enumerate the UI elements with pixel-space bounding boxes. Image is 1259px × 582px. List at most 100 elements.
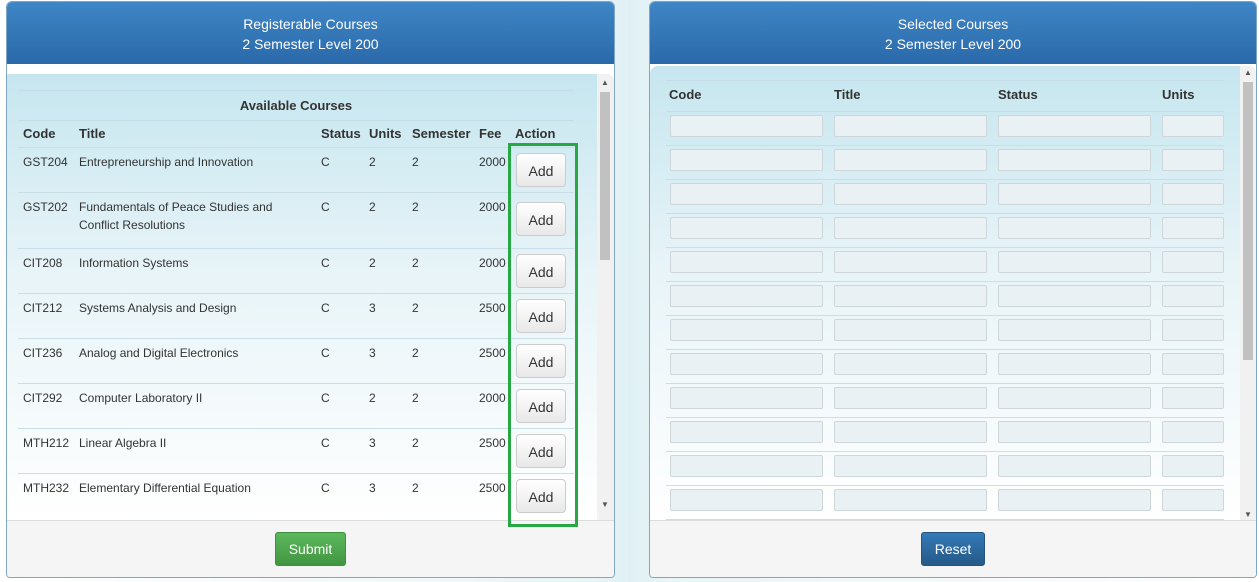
selected-title-field[interactable] xyxy=(834,353,987,375)
selected-code-field[interactable] xyxy=(670,421,823,443)
course-status: C xyxy=(321,200,330,214)
scroll-up-arrow-icon[interactable]: ▲ xyxy=(597,76,613,90)
selected-code-field[interactable] xyxy=(670,149,823,171)
course-code: MTH232 xyxy=(23,481,70,495)
selected-status-field[interactable] xyxy=(998,319,1151,341)
scroll-down-arrow-icon[interactable]: ▼ xyxy=(597,498,613,512)
course-code: MTH212 xyxy=(23,436,70,450)
selected-status-field[interactable] xyxy=(998,387,1151,409)
selected-course-row xyxy=(666,315,1224,350)
selected-status-field[interactable] xyxy=(998,149,1151,171)
selected-course-row xyxy=(666,281,1224,316)
selected-units-field[interactable] xyxy=(1162,455,1224,477)
selected-title-field[interactable] xyxy=(834,149,987,171)
selected-code-field[interactable] xyxy=(670,489,823,511)
submit-button[interactable]: Submit xyxy=(274,532,347,566)
selected-status-field[interactable] xyxy=(998,285,1151,307)
selected-code-field[interactable] xyxy=(670,387,823,409)
course-semester: 2 xyxy=(412,155,419,169)
selected-units-field[interactable] xyxy=(1162,115,1224,137)
column-header-action: Action xyxy=(515,126,556,141)
selected-title-field[interactable] xyxy=(834,319,987,341)
left-scrollbar[interactable]: ▲ ▼ xyxy=(597,74,614,522)
right-scrollbar-thumb[interactable] xyxy=(1243,82,1253,360)
course-semester: 2 xyxy=(412,301,419,315)
selected-units-field[interactable] xyxy=(1162,217,1224,239)
selected-course-row xyxy=(666,247,1224,282)
right-panel-footer: Reset xyxy=(650,520,1256,577)
selected-title-field[interactable] xyxy=(834,251,987,273)
column-header-code: Code xyxy=(23,126,56,141)
selected-units-field[interactable] xyxy=(1162,183,1224,205)
selected-title-field[interactable] xyxy=(834,387,987,409)
course-row: CIT208 Information Systems C 2 2 2000 Add xyxy=(18,248,574,294)
selected-status-field[interactable] xyxy=(998,251,1151,273)
selected-status-field[interactable] xyxy=(998,183,1151,205)
selected-title-field[interactable] xyxy=(834,489,987,511)
selected-status-field[interactable] xyxy=(998,455,1151,477)
selected-title-field[interactable] xyxy=(834,421,987,443)
selected-units-field[interactable] xyxy=(1162,149,1224,171)
course-code: CIT212 xyxy=(23,301,63,315)
selected-courses-header-row: Code Title Status Units xyxy=(666,80,1224,112)
selected-course-row xyxy=(666,417,1224,452)
course-units: 3 xyxy=(369,301,376,315)
selected-course-row xyxy=(666,451,1224,486)
selected-units-field[interactable] xyxy=(1162,387,1224,409)
course-semester: 2 xyxy=(412,256,419,270)
course-semester: 2 xyxy=(412,346,419,360)
selected-title-field[interactable] xyxy=(834,115,987,137)
selected-code-field[interactable] xyxy=(670,217,823,239)
selected-code-field[interactable] xyxy=(670,251,823,273)
course-units: 3 xyxy=(369,436,376,450)
selected-course-row xyxy=(666,213,1224,248)
add-buttons-highlight xyxy=(508,143,578,527)
course-title: Information Systems xyxy=(79,256,189,270)
column-header-status: Status xyxy=(321,126,361,141)
course-status: C xyxy=(321,256,330,270)
selected-status-field[interactable] xyxy=(998,421,1151,443)
selected-code-field[interactable] xyxy=(670,319,823,341)
selected-code-field[interactable] xyxy=(670,115,823,137)
course-units: 2 xyxy=(369,155,376,169)
selected-title-field[interactable] xyxy=(834,183,987,205)
selected-column-header-title: Title xyxy=(834,87,861,102)
selected-code-field[interactable] xyxy=(670,183,823,205)
selected-status-field[interactable] xyxy=(998,217,1151,239)
course-code: CIT292 xyxy=(23,391,63,405)
selected-units-field[interactable] xyxy=(1162,319,1224,341)
course-title: Elementary Differential Equation xyxy=(79,481,251,495)
course-row: GST204 Entrepreneurship and Innovation C 2 2… xyxy=(18,147,574,193)
selected-title-field[interactable] xyxy=(834,285,987,307)
selected-status-field[interactable] xyxy=(998,353,1151,375)
registerable-courses-header: Registerable Courses 2 Semester Level 20… xyxy=(7,2,614,64)
right-scrollbar[interactable]: ▲ ▼ xyxy=(1240,66,1256,522)
column-header-fee: Fee xyxy=(479,126,502,141)
column-header-units: Units xyxy=(369,126,402,141)
selected-course-row xyxy=(666,383,1224,418)
scroll-up-arrow-icon[interactable]: ▲ xyxy=(1240,66,1256,80)
course-code: GST202 xyxy=(23,200,68,214)
selected-status-field[interactable] xyxy=(998,115,1151,137)
selected-title-field[interactable] xyxy=(834,455,987,477)
selected-column-header-code: Code xyxy=(669,87,702,102)
selected-course-row xyxy=(666,145,1224,180)
selected-units-field[interactable] xyxy=(1162,421,1224,443)
course-units: 2 xyxy=(369,200,376,214)
selected-code-field[interactable] xyxy=(670,285,823,307)
selected-units-field[interactable] xyxy=(1162,489,1224,511)
column-header-title: Title xyxy=(79,126,106,141)
selected-units-field[interactable] xyxy=(1162,353,1224,375)
selected-units-field[interactable] xyxy=(1162,251,1224,273)
course-title: Analog and Digital Electronics xyxy=(79,346,239,360)
selected-units-field[interactable] xyxy=(1162,285,1224,307)
selected-code-field[interactable] xyxy=(670,353,823,375)
selected-title-field[interactable] xyxy=(834,217,987,239)
selected-courses-scroll-area[interactable]: Code Title Status Units ▲ ▼ xyxy=(650,66,1256,522)
selected-code-field[interactable] xyxy=(670,455,823,477)
selected-course-row xyxy=(666,349,1224,384)
selected-status-field[interactable] xyxy=(998,489,1151,511)
course-status: C xyxy=(321,391,330,405)
reset-button[interactable]: Reset xyxy=(920,532,986,566)
left-scrollbar-thumb[interactable] xyxy=(600,92,610,260)
